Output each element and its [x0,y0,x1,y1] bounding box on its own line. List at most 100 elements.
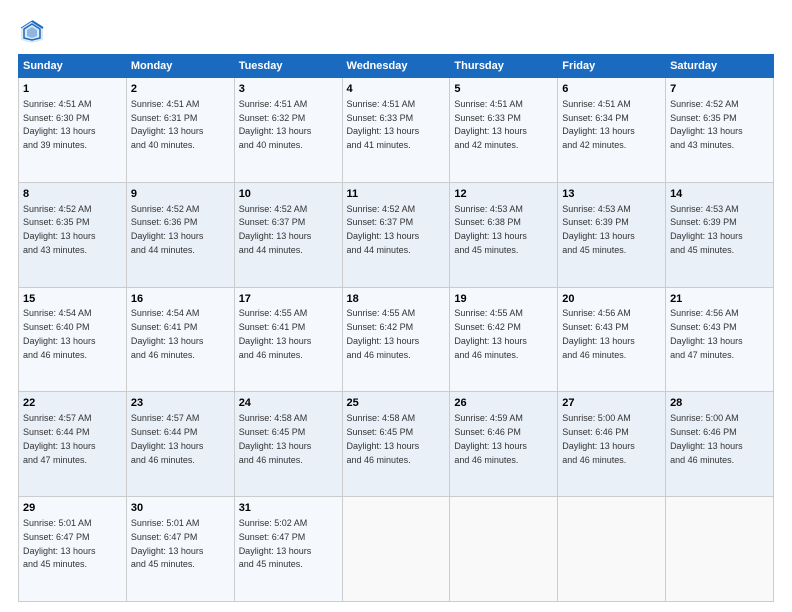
calendar-cell: 28Sunrise: 5:00 AM Sunset: 6:46 PM Dayli… [666,392,774,497]
day-info: Sunrise: 4:52 AM Sunset: 6:37 PM Dayligh… [239,204,312,255]
calendar-cell: 20Sunrise: 4:56 AM Sunset: 6:43 PM Dayli… [558,287,666,392]
calendar-cell: 7 Sunrise: 4:52 AM Sunset: 6:35 PM Daylig… [666,78,774,183]
calendar-cell: 12 Sunrise: 4:53 AM Sunset: 6:38 PM Dayli… [450,182,558,287]
day-info: Sunrise: 5:02 AM Sunset: 6:47 PM Dayligh… [239,518,312,569]
day-info: Sunrise: 4:52 AM Sunset: 6:35 PM Dayligh… [670,99,743,150]
calendar-cell: 4 Sunrise: 4:51 AM Sunset: 6:33 PM Daylig… [342,78,450,183]
day-info: Sunrise: 4:51 AM Sunset: 6:34 PM Dayligh… [562,99,635,150]
day-number: 16 [131,292,230,307]
day-number: 3 [239,82,338,97]
calendar-cell: 11 Sunrise: 4:52 AM Sunset: 6:37 PM Dayli… [342,182,450,287]
header-cell-monday: Monday [126,55,234,78]
day-info: Sunrise: 5:01 AM Sunset: 6:47 PM Dayligh… [131,518,204,569]
calendar-week-3: 15Sunrise: 4:54 AM Sunset: 6:40 PM Dayli… [19,287,774,392]
calendar-cell: 24 Sunrise: 4:58 AM Sunset: 6:45 PM Dayli… [234,392,342,497]
calendar-header: SundayMondayTuesdayWednesdayThursdayFrid… [19,55,774,78]
header-cell-thursday: Thursday [450,55,558,78]
day-number: 1 [23,82,122,97]
logo-icon [18,18,46,46]
day-info: Sunrise: 5:00 AM Sunset: 6:46 PM Dayligh… [670,413,743,464]
day-info: Sunrise: 4:56 AM Sunset: 6:43 PM Dayligh… [562,308,635,359]
calendar-cell: 13 Sunrise: 4:53 AM Sunset: 6:39 PM Dayli… [558,182,666,287]
calendar-cell: 23 Sunrise: 4:57 AM Sunset: 6:44 PM Dayli… [126,392,234,497]
day-number: 31 [239,501,338,516]
calendar-cell: 19Sunrise: 4:55 AM Sunset: 6:42 PM Dayli… [450,287,558,392]
calendar-cell: 30 Sunrise: 5:01 AM Sunset: 6:47 PM Dayli… [126,497,234,602]
calendar-cell: 14 Sunrise: 4:53 AM Sunset: 6:39 PM Dayli… [666,182,774,287]
day-info: Sunrise: 4:56 AM Sunset: 6:43 PM Dayligh… [670,308,743,359]
calendar-cell: 18Sunrise: 4:55 AM Sunset: 6:42 PM Dayli… [342,287,450,392]
day-info: Sunrise: 4:58 AM Sunset: 6:45 PM Dayligh… [239,413,312,464]
day-info: Sunrise: 4:55 AM Sunset: 6:42 PM Dayligh… [347,308,420,359]
calendar-week-4: 22 Sunrise: 4:57 AM Sunset: 6:44 PM Dayli… [19,392,774,497]
day-number: 30 [131,501,230,516]
day-info: Sunrise: 4:55 AM Sunset: 6:42 PM Dayligh… [454,308,527,359]
calendar-cell: 5 Sunrise: 4:51 AM Sunset: 6:33 PM Daylig… [450,78,558,183]
day-info: Sunrise: 4:58 AM Sunset: 6:45 PM Dayligh… [347,413,420,464]
calendar-cell: 21Sunrise: 4:56 AM Sunset: 6:43 PM Dayli… [666,287,774,392]
calendar-cell: 2 Sunrise: 4:51 AM Sunset: 6:31 PM Daylig… [126,78,234,183]
day-info: Sunrise: 5:01 AM Sunset: 6:47 PM Dayligh… [23,518,96,569]
calendar-body: 1 Sunrise: 4:51 AM Sunset: 6:30 PM Daylig… [19,78,774,602]
day-number: 5 [454,82,553,97]
calendar-week-1: 1 Sunrise: 4:51 AM Sunset: 6:30 PM Daylig… [19,78,774,183]
page: SundayMondayTuesdayWednesdayThursdayFrid… [0,0,792,612]
calendar-cell: 17Sunrise: 4:55 AM Sunset: 6:41 PM Dayli… [234,287,342,392]
day-number: 12 [454,187,553,202]
day-info: Sunrise: 4:51 AM Sunset: 6:33 PM Dayligh… [347,99,420,150]
header [18,18,774,46]
day-number: 26 [454,396,553,411]
header-cell-saturday: Saturday [666,55,774,78]
day-info: Sunrise: 4:51 AM Sunset: 6:30 PM Dayligh… [23,99,96,150]
day-info: Sunrise: 4:51 AM Sunset: 6:33 PM Dayligh… [454,99,527,150]
day-number: 19 [454,292,553,307]
day-number: 9 [131,187,230,202]
day-info: Sunrise: 4:57 AM Sunset: 6:44 PM Dayligh… [131,413,204,464]
day-number: 21 [670,292,769,307]
calendar-cell [558,497,666,602]
day-number: 2 [131,82,230,97]
day-number: 6 [562,82,661,97]
day-number: 24 [239,396,338,411]
day-number: 13 [562,187,661,202]
header-row: SundayMondayTuesdayWednesdayThursdayFrid… [19,55,774,78]
day-number: 10 [239,187,338,202]
calendar-cell: 15Sunrise: 4:54 AM Sunset: 6:40 PM Dayli… [19,287,127,392]
day-number: 17 [239,292,338,307]
day-number: 4 [347,82,446,97]
calendar-cell: 10 Sunrise: 4:52 AM Sunset: 6:37 PM Dayli… [234,182,342,287]
day-info: Sunrise: 4:51 AM Sunset: 6:31 PM Dayligh… [131,99,204,150]
day-number: 14 [670,187,769,202]
calendar-cell: 6 Sunrise: 4:51 AM Sunset: 6:34 PM Daylig… [558,78,666,183]
day-number: 23 [131,396,230,411]
day-number: 20 [562,292,661,307]
day-number: 8 [23,187,122,202]
calendar-week-2: 8 Sunrise: 4:52 AM Sunset: 6:35 PM Daylig… [19,182,774,287]
day-info: Sunrise: 4:52 AM Sunset: 6:36 PM Dayligh… [131,204,204,255]
day-number: 7 [670,82,769,97]
day-info: Sunrise: 4:57 AM Sunset: 6:44 PM Dayligh… [23,413,96,464]
logo [18,18,48,46]
day-info: Sunrise: 4:53 AM Sunset: 6:39 PM Dayligh… [562,204,635,255]
calendar-cell: 25Sunrise: 4:58 AM Sunset: 6:45 PM Dayli… [342,392,450,497]
day-info: Sunrise: 4:59 AM Sunset: 6:46 PM Dayligh… [454,413,527,464]
day-info: Sunrise: 4:52 AM Sunset: 6:35 PM Dayligh… [23,204,96,255]
calendar-cell: 31 Sunrise: 5:02 AM Sunset: 6:47 PM Dayli… [234,497,342,602]
day-info: Sunrise: 4:52 AM Sunset: 6:37 PM Dayligh… [347,204,420,255]
calendar-cell [450,497,558,602]
calendar-table: SundayMondayTuesdayWednesdayThursdayFrid… [18,54,774,602]
day-info: Sunrise: 4:53 AM Sunset: 6:39 PM Dayligh… [670,204,743,255]
calendar-cell: 8 Sunrise: 4:52 AM Sunset: 6:35 PM Daylig… [19,182,127,287]
calendar-cell: 22 Sunrise: 4:57 AM Sunset: 6:44 PM Dayli… [19,392,127,497]
header-cell-sunday: Sunday [19,55,127,78]
calendar-cell: 16Sunrise: 4:54 AM Sunset: 6:41 PM Dayli… [126,287,234,392]
calendar-week-5: 29Sunrise: 5:01 AM Sunset: 6:47 PM Dayli… [19,497,774,602]
day-info: Sunrise: 4:51 AM Sunset: 6:32 PM Dayligh… [239,99,312,150]
day-number: 22 [23,396,122,411]
header-cell-tuesday: Tuesday [234,55,342,78]
calendar-cell: 1 Sunrise: 4:51 AM Sunset: 6:30 PM Daylig… [19,78,127,183]
calendar-cell: 27Sunrise: 5:00 AM Sunset: 6:46 PM Dayli… [558,392,666,497]
day-info: Sunrise: 4:53 AM Sunset: 6:38 PM Dayligh… [454,204,527,255]
day-number: 11 [347,187,446,202]
day-number: 18 [347,292,446,307]
